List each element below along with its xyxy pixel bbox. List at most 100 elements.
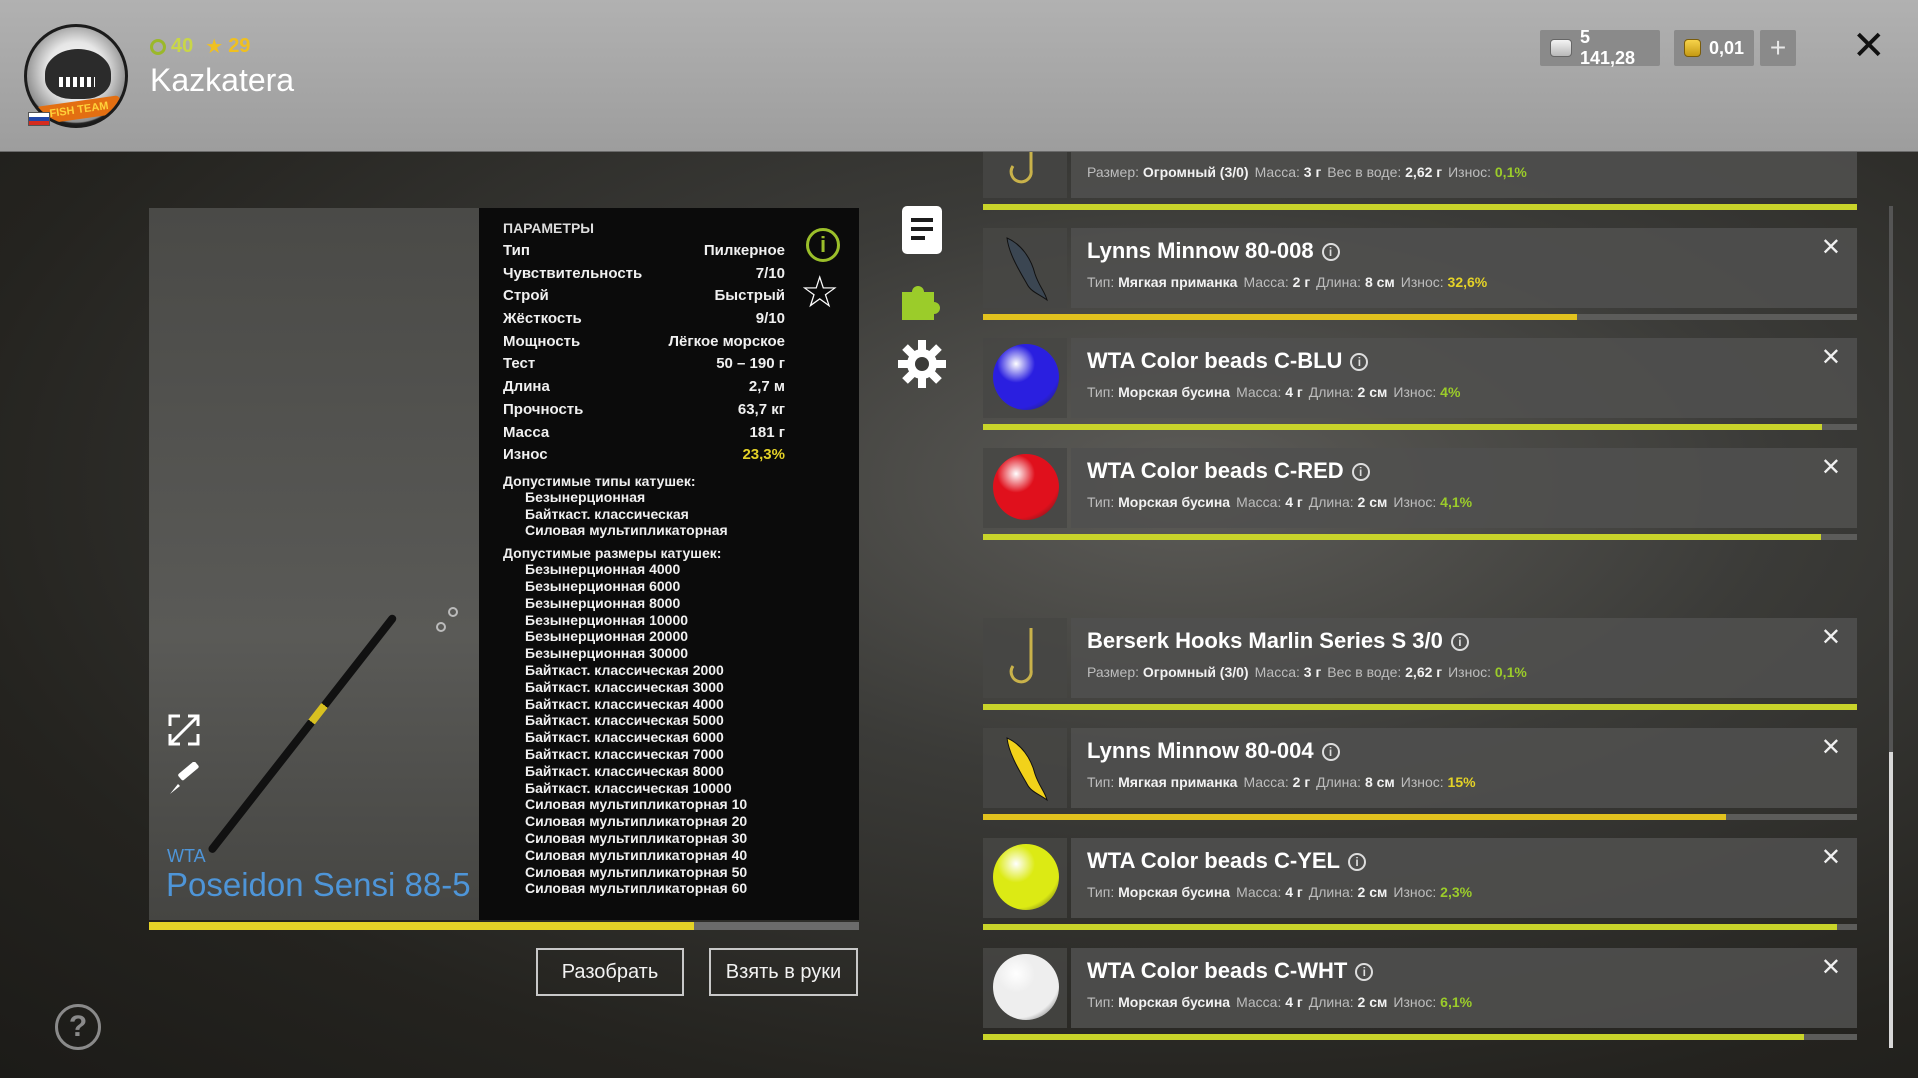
- scrollbar-thumb[interactable]: [1889, 752, 1893, 1048]
- meta-value: Морская бусина: [1118, 994, 1231, 1010]
- meta-value: 0,1%: [1494, 664, 1527, 680]
- stars-value: 29: [228, 35, 251, 57]
- tackle-name: WTA Color beads C-BLU i: [1087, 348, 1369, 374]
- meta-value: 2,62 г: [1405, 664, 1443, 680]
- meta-label: Износ:: [1393, 494, 1437, 510]
- tackle-name-text: Berserk Hooks Marlin Series S 3/0: [1087, 628, 1443, 653]
- bead-icon: [993, 454, 1059, 520]
- meta-label: Длина:: [1316, 274, 1362, 290]
- settings-gear-icon[interactable]: [896, 338, 948, 390]
- reel-size-item: Байткаст. классическая 7000: [525, 746, 724, 763]
- remove-icon[interactable]: ✕: [1821, 626, 1841, 650]
- remove-icon[interactable]: ✕: [1821, 236, 1841, 260]
- parameter-label: Чувствительность: [503, 264, 643, 282]
- info-icon[interactable]: i: [1350, 353, 1369, 371]
- tackle-list[interactable]: Berserk Hooks Marlin Series S 3/0 i Размер…: [983, 152, 1857, 1078]
- tackle-item[interactable]: WTA Color beads C-YEL i Тип: Морская бусин…: [983, 838, 1857, 938]
- rod-wear-fill: [149, 922, 694, 930]
- puzzle-icon[interactable]: [896, 272, 948, 324]
- meta-value: 15%: [1447, 774, 1476, 790]
- tackle-name: Berserk Hooks Marlin Series S 3/0 i: [1087, 628, 1469, 654]
- tackle-item[interactable]: Lynns Minnow 80-004 i Тип: Мягкая приманка…: [983, 728, 1857, 828]
- hook-icon: [1009, 628, 1033, 684]
- remove-icon[interactable]: ✕: [1821, 346, 1841, 370]
- info-icon[interactable]: i: [1321, 743, 1340, 761]
- meta-value: 8 см: [1364, 274, 1395, 290]
- parameter-row: Износ 23,3%: [503, 444, 785, 467]
- tackle-card[interactable]: WTA Color beads C-WHT i Тип: Морская бусин…: [1071, 948, 1857, 1028]
- meta-value: 3 г: [1303, 664, 1322, 680]
- tackle-name-text: WTA Color beads C-WHT: [1087, 958, 1348, 983]
- meta-label: Износ:: [1448, 664, 1491, 680]
- fullscreen-icon[interactable]: [166, 712, 202, 748]
- add-gold-button[interactable]: +: [1760, 30, 1796, 66]
- meta-label: Износ:: [1400, 274, 1444, 290]
- tackle-card[interactable]: Berserk Hooks Marlin Series S 3/0 i Размер…: [1071, 618, 1857, 698]
- parameter-label: Масса: [503, 423, 550, 441]
- meta-label: Вес в воде:: [1327, 664, 1402, 680]
- tackle-item[interactable]: WTA Color beads C-BLU i Тип: Морская бусин…: [983, 338, 1857, 438]
- info-icon[interactable]: i: [806, 228, 840, 262]
- tackle-item[interactable]: Lynns Minnow 80-008 i Тип: Мягкая приманка…: [983, 228, 1857, 328]
- meta-value: 4 г: [1285, 494, 1303, 510]
- info-icon[interactable]: i: [1355, 963, 1374, 981]
- tackle-meta: Размер: Огромный (3/0) Масса: 3 г Вес в во…: [1087, 664, 1533, 680]
- tackle-name: WTA Color beads C-YEL i: [1087, 848, 1366, 874]
- info-icon[interactable]: i: [1351, 463, 1370, 481]
- remove-icon[interactable]: ✕: [1821, 846, 1841, 870]
- reel-size-item: Силовая мультипликаторная 60: [525, 880, 748, 897]
- reel-types-title: Допустимые типы катушек:: [503, 472, 696, 489]
- description-icon[interactable]: [902, 206, 942, 254]
- reel-sizes-list: Безынерционная 4000 Безынерционная 6000 Бе…: [503, 561, 835, 897]
- remove-icon[interactable]: ✕: [1821, 456, 1841, 480]
- tackle-name: WTA Color beads C-WHT i: [1087, 958, 1374, 984]
- tackle-thumbnail: [983, 228, 1067, 308]
- tackle-card[interactable]: WTA Color beads C-RED i Тип: Морская бусин…: [1071, 448, 1857, 528]
- close-button[interactable]: ✕: [1852, 26, 1886, 66]
- meta-value: Мягкая приманка: [1118, 274, 1238, 290]
- paint-brush-icon[interactable]: [166, 762, 202, 798]
- parameter-value: Лёгкое морское: [668, 332, 785, 350]
- meta-label: Тип:: [1087, 274, 1115, 290]
- tackle-item[interactable]: Berserk Hooks Marlin Series S 3/0 i Размер…: [983, 618, 1857, 718]
- tackle-card[interactable]: WTA Color beads C-BLU i Тип: Морская бусин…: [1071, 338, 1857, 418]
- parameter-value: 181 г: [749, 423, 785, 441]
- tackle-name: Lynns Minnow 80-004 i: [1087, 738, 1340, 764]
- meta-value: Огромный (3/0): [1142, 164, 1249, 180]
- info-icon[interactable]: i: [1348, 853, 1366, 871]
- help-icon[interactable]: ?: [55, 1004, 101, 1050]
- reel-size-item: Байткаст. классическая 8000: [525, 762, 724, 779]
- meta-label: Длина:: [1308, 494, 1354, 510]
- tackle-item[interactable]: WTA Color beads C-WHT i Тип: Морская бусин…: [983, 948, 1857, 1048]
- disassemble-button[interactable]: Разобрать: [536, 948, 684, 996]
- info-icon[interactable]: i: [1450, 633, 1469, 651]
- meta-value: 4,1%: [1440, 494, 1473, 510]
- meta-label: Масса:: [1236, 994, 1282, 1010]
- tackle-card[interactable]: WTA Color beads C-YEL i Тип: Морская бусин…: [1071, 838, 1857, 918]
- durability-fill: [983, 704, 1857, 710]
- tackle-item[interactable]: WTA Color beads C-RED i Тип: Морская бусин…: [983, 448, 1857, 548]
- reel-size-item: Байткаст. классическая 4000: [525, 695, 724, 712]
- reel-size-item: Безынерционная 10000: [525, 611, 689, 628]
- take-in-hands-button[interactable]: Взять в руки: [709, 948, 858, 996]
- tackle-card[interactable]: Lynns Minnow 80-004 i Тип: Мягкая приманка…: [1071, 728, 1857, 808]
- tackle-card[interactable]: Berserk Hooks Marlin Series S 3/0iРазмер…: [1071, 152, 1857, 198]
- meta-label: Износ:: [1448, 164, 1491, 180]
- meta-label: Износ:: [1393, 384, 1437, 400]
- meta-value: Морская бусина: [1118, 884, 1231, 900]
- reel-size-item: Силовая мультипликаторная 10: [525, 796, 748, 813]
- durability-bar: [983, 924, 1857, 930]
- reel-size-item: Безынерционная 8000: [525, 594, 681, 611]
- tackle-item[interactable]: Berserk Hooks Marlin Series S 3/0iРазмер…: [983, 152, 1857, 218]
- favorite-star-icon[interactable]: ☆: [800, 270, 839, 316]
- reel-size-item: Байткаст. классическая 2000: [525, 662, 724, 679]
- info-icon[interactable]: i: [1321, 243, 1340, 261]
- silver-balance: 5 141,28: [1540, 27, 1660, 68]
- remove-icon[interactable]: ✕: [1821, 956, 1841, 980]
- tackle-card[interactable]: Lynns Minnow 80-008 i Тип: Мягкая приманка…: [1071, 228, 1857, 308]
- reel-size-item: Безынерционная 30000: [525, 645, 689, 662]
- parameter-row: Тип Пилкерное: [503, 240, 785, 263]
- remove-icon[interactable]: ✕: [1821, 736, 1841, 760]
- rod-preview[interactable]: [149, 208, 479, 920]
- reel-size-item: Силовая мультипликаторная 30: [525, 830, 748, 847]
